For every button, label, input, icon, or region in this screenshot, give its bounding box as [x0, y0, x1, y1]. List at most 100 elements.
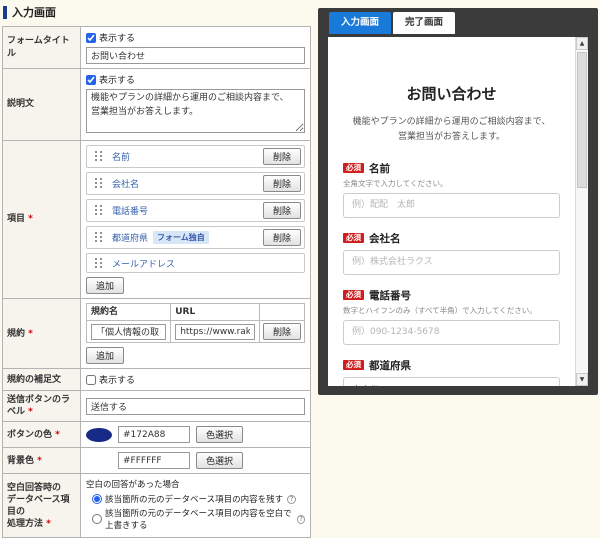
item-row-company[interactable]: 会社名 削除	[86, 172, 305, 195]
background-color-pick-button[interactable]: 色選択	[196, 452, 243, 469]
description-visible-checkbox-row[interactable]: 表示する	[86, 73, 305, 86]
help-icon[interactable]: ?	[297, 515, 305, 524]
button-color-pick-button[interactable]: 色選択	[196, 426, 243, 443]
terms-note-visible-label: 表示する	[99, 373, 135, 386]
preview-prefecture-select[interactable]: 東京都 ▼	[343, 377, 560, 386]
item-delete-button[interactable]: 削除	[263, 229, 301, 246]
item-email-link[interactable]: メールアドレス	[112, 257, 175, 270]
preview-form-content: お問い合わせ 機能やプランの詳細から運用のご相談内容まで、 営業担当がお答えしま…	[328, 37, 575, 386]
required-badge: 必須	[343, 290, 364, 301]
blank-keep-radio-row[interactable]: 該当箇所の元のデータベース項目の内容を残す ?	[92, 493, 305, 505]
row-blank-handling: 空白回答時の データベース項目の 処理方法 * 空白の回答があった場合 該当箇所…	[3, 474, 311, 538]
row-submit-label-text: 送信ボタンのラベル	[7, 395, 70, 417]
form-title-visible-checkbox-row[interactable]: 表示する	[86, 31, 305, 44]
form-title-visible-checkbox[interactable]	[86, 33, 96, 43]
terms-actions-header	[259, 304, 304, 321]
tab-complete-screen[interactable]: 完了画面	[393, 12, 455, 34]
terms-delete-button[interactable]: 削除	[263, 323, 301, 340]
item-row-name[interactable]: 名前 削除	[86, 145, 305, 168]
editor-title-text: 入力画面	[12, 4, 56, 20]
item-row-phone[interactable]: 電話番号 削除	[86, 199, 305, 222]
preview-company-input[interactable]	[343, 250, 560, 275]
background-color-swatch	[86, 454, 112, 468]
editor-settings-table: フォームタイトル 表示する 説明文 表示する 機能やプランの詳細から運用のご相談…	[2, 26, 311, 538]
blank-keep-radio[interactable]	[92, 494, 102, 504]
drag-handle-icon[interactable]	[95, 205, 103, 216]
item-row-email[interactable]: メールアドレス	[86, 253, 305, 273]
row-description-label: 説明文	[3, 69, 81, 141]
preview-phone-helper: 数字とハイフンのみ（すべて半角）で入力してください。	[343, 305, 560, 316]
terms-name-input[interactable]	[91, 324, 166, 340]
scrollbar-thumb[interactable]	[577, 52, 587, 188]
preview-name-label: 名前	[369, 161, 390, 176]
description-textarea[interactable]: 機能やプランの詳細から運用のご相談内容まで、 営業担当がお答えします。	[86, 89, 305, 133]
preview-field-prefecture: 必須 都道府県 東京都 ▼	[343, 358, 560, 386]
form-title-input[interactable]	[86, 47, 305, 64]
preview-scrollbar[interactable]: ▲ ▼	[575, 37, 588, 386]
row-description: 説明文 表示する 機能やプランの詳細から運用のご相談内容まで、 営業担当がお答え…	[3, 69, 311, 141]
required-badge: 必須	[343, 163, 364, 174]
description-visible-checkbox[interactable]	[86, 75, 96, 85]
item-prefecture-link[interactable]: 都道府県	[112, 231, 148, 244]
item-form-specific-badge: フォーム独自	[153, 231, 209, 244]
form-title-visible-label: 表示する	[99, 31, 135, 44]
drag-handle-icon[interactable]	[95, 151, 103, 162]
item-delete-button[interactable]: 削除	[263, 175, 301, 192]
terms-url-input[interactable]	[175, 324, 255, 340]
preview-company-label: 会社名	[369, 231, 401, 246]
required-mark: *	[28, 214, 33, 224]
preview-name-helper: 全角文字で入力してください。	[343, 178, 560, 189]
item-delete-button[interactable]: 削除	[263, 148, 301, 165]
row-blank-handling-label: 空白回答時の データベース項目の 処理方法	[7, 483, 70, 529]
preview-phone-label: 電話番号	[369, 288, 411, 303]
background-color-input[interactable]	[118, 452, 190, 469]
terms-table: 規約名 URL 削除	[86, 303, 305, 343]
required-badge: 必須	[343, 233, 364, 244]
help-icon[interactable]: ?	[287, 495, 296, 504]
drag-handle-icon[interactable]	[95, 232, 103, 243]
row-background-color: 背景色 * 色選択	[3, 448, 311, 474]
item-delete-button[interactable]: 削除	[263, 202, 301, 219]
terms-note-visible-checkbox-row[interactable]: 表示する	[86, 373, 305, 386]
preview-prefecture-value: 東京都	[352, 383, 379, 386]
item-name-link[interactable]: 名前	[112, 150, 130, 163]
scrollbar-track[interactable]	[576, 50, 588, 373]
terms-add-button[interactable]: 追加	[86, 347, 124, 364]
preview-panel: 入力画面 完了画面 お問い合わせ 機能やプランの詳細から運用のご相談内容まで、 …	[318, 8, 598, 395]
preview-prefecture-label: 都道府県	[369, 358, 411, 373]
terms-url-header: URL	[171, 304, 260, 321]
drag-handle-icon[interactable]	[95, 258, 103, 269]
tab-input-screen[interactable]: 入力画面	[329, 12, 391, 34]
row-items: 項目 * 名前 削除 会社名 削除 電話番号	[3, 141, 311, 299]
blank-handling-caption: 空白の回答があった場合	[86, 478, 305, 490]
form-editor-panel: 入力画面 フォームタイトル 表示する 説明文 表示する 機能やプランの詳細から	[2, 3, 311, 538]
preview-tabs: 入力画面 完了画面	[318, 8, 598, 34]
blank-overwrite-radio-row[interactable]: 該当箇所の元のデータベース項目の内容を空白で上書きする ?	[92, 507, 305, 531]
preview-phone-input[interactable]	[343, 320, 560, 345]
row-items-label: 項目	[7, 214, 25, 224]
required-mark: *	[37, 456, 42, 466]
preview-name-input[interactable]	[343, 193, 560, 218]
scroll-up-icon[interactable]: ▲	[576, 37, 588, 50]
button-color-input[interactable]	[118, 426, 190, 443]
preview-form-card: お問い合わせ 機能やプランの詳細から運用のご相談内容まで、 営業担当がお答えしま…	[328, 37, 588, 386]
submit-label-input[interactable]	[86, 398, 305, 415]
terms-note-visible-checkbox[interactable]	[86, 375, 96, 385]
preview-field-phone: 必須 電話番号 数字とハイフンのみ（すべて半角）で入力してください。	[343, 288, 560, 345]
item-add-button[interactable]: 追加	[86, 277, 124, 294]
item-company-link[interactable]: 会社名	[112, 177, 139, 190]
preview-form-title: お問い合わせ	[343, 83, 560, 104]
required-mark: *	[28, 329, 33, 339]
required-mark: *	[46, 519, 51, 529]
description-visible-label: 表示する	[99, 73, 135, 86]
blank-overwrite-radio[interactable]	[92, 514, 102, 524]
row-terms-label: 規約	[7, 329, 25, 339]
drag-handle-icon[interactable]	[95, 178, 103, 189]
item-row-prefecture[interactable]: 都道府県 フォーム独自 削除	[86, 226, 305, 249]
required-badge: 必須	[343, 360, 364, 371]
scroll-down-icon[interactable]: ▼	[576, 373, 588, 386]
row-terms-note-label: 規約の補足文	[3, 369, 81, 391]
blank-overwrite-label: 該当箇所の元のデータベース項目の内容を空白で上書きする	[105, 507, 293, 531]
item-phone-link[interactable]: 電話番号	[112, 204, 148, 217]
row-terms: 規約 * 規約名 URL 削除 追加	[3, 299, 311, 369]
